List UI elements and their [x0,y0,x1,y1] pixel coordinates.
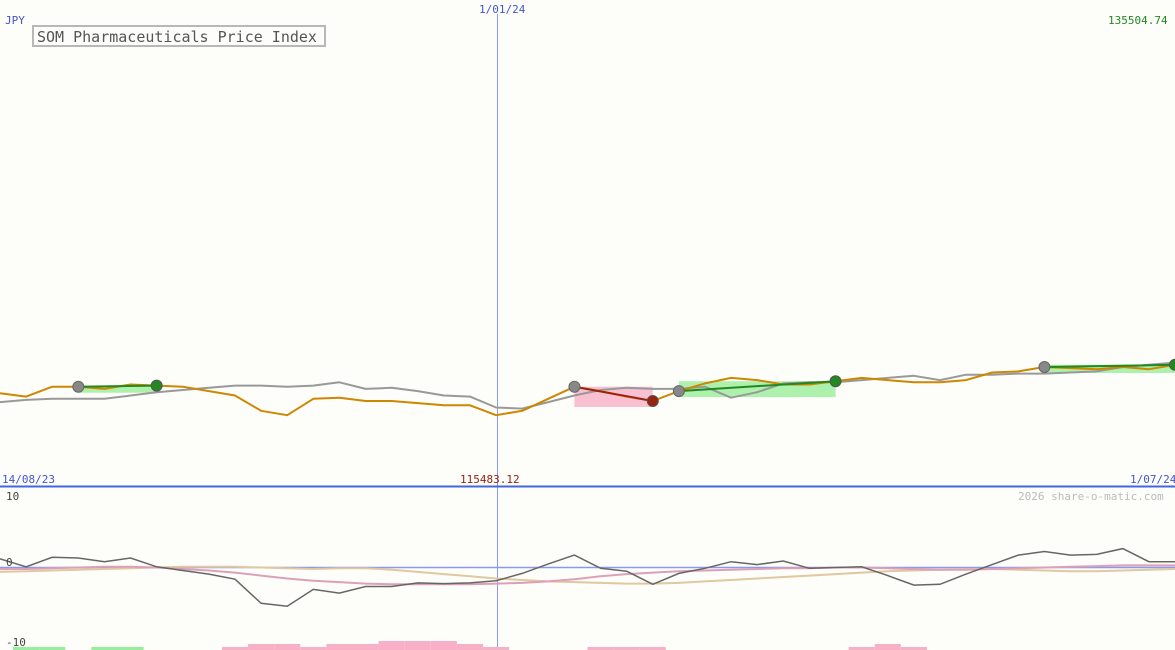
price-high-label: 135504.74 [1108,14,1168,27]
watermark: 2026 share-o-matic.com [1018,490,1164,503]
histogram-bar-10 [248,644,275,650]
date-mid-label: 1/01/24 [479,3,526,16]
pivot-end-0 [150,379,163,392]
grid-layer [0,14,1175,650]
histogram-bar-15 [378,641,405,650]
trend-lines-layer [78,363,1175,402]
pivot-start-1 [568,380,581,393]
osc-tick-bottom: -10 [6,636,26,649]
histogram-bar-11 [274,644,301,650]
histogram-bar-13 [326,644,353,650]
chart-title: SOM Pharmaceuticals Price Index [37,28,317,46]
histogram-bar-17 [430,641,457,650]
pivot-start-2 [672,385,685,398]
osc-tick-zero: 0 [6,556,13,569]
histogram-layer [13,641,927,650]
histogram-bar-34 [874,644,901,650]
trend-line-0 [78,384,157,388]
pivot-end-1 [646,394,659,407]
histogram-bar-14 [352,644,379,650]
pivot-start-3 [1038,360,1051,373]
currency-label: JPY [5,14,25,27]
histogram-bar-16 [404,641,431,650]
histogram-bar-18 [456,644,484,650]
pivot-end-2 [829,375,842,388]
oscillator-layer [0,547,1175,607]
price-chart: JPY 1/01/24 135504.74 14/08/23 115483.12… [0,3,1175,650]
date-end-label: 1/07/24 [1130,473,1175,486]
price-low-label: 115483.12 [460,473,520,486]
date-start-label: 14/08/23 [2,473,55,486]
pivot-start-0 [72,380,85,393]
osc-tick-top: 10 [6,490,19,503]
